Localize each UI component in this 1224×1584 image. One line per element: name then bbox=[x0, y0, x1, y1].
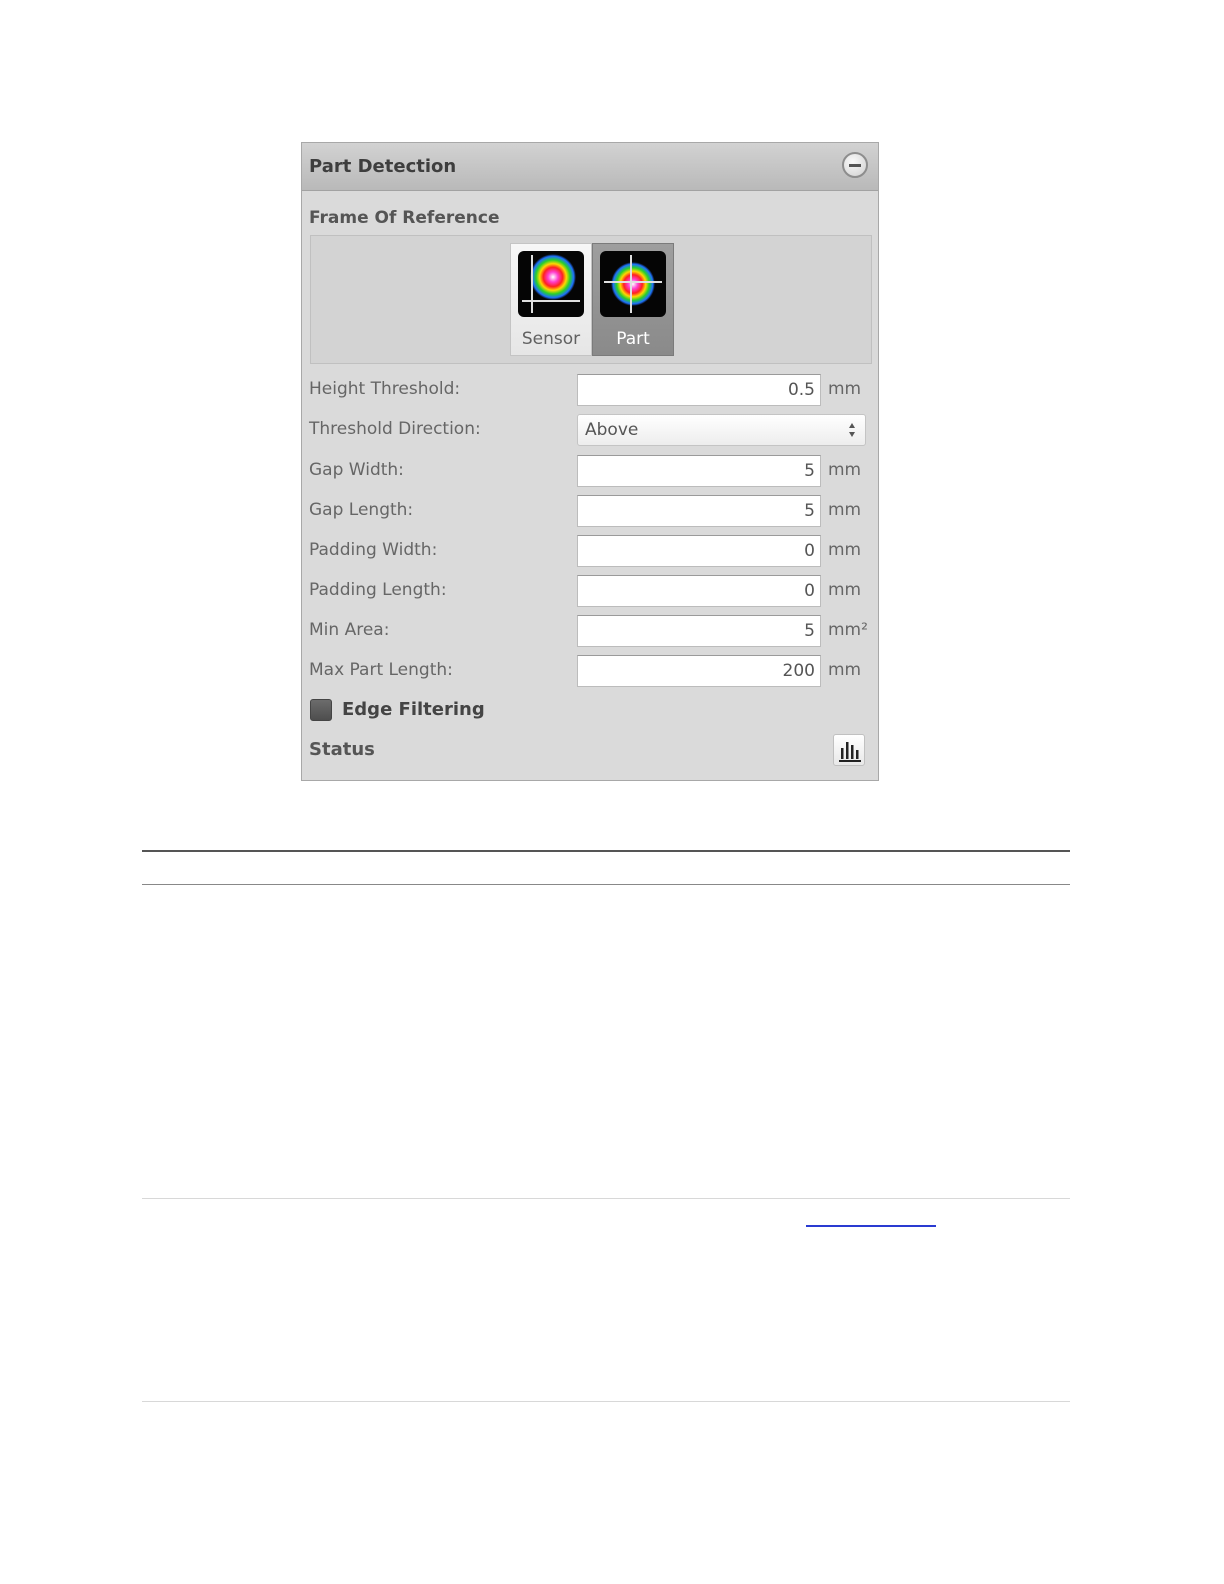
panel-title: Part Detection bbox=[309, 156, 457, 177]
panel-header: Part Detection bbox=[302, 143, 878, 191]
sensor-frame-icon bbox=[518, 251, 584, 317]
gap-width-row: Gap Width: mm bbox=[309, 455, 875, 487]
collapse-icon[interactable] bbox=[842, 152, 868, 178]
threshold-direction-select[interactable]: Above bbox=[577, 414, 866, 446]
padding-length-row: Padding Length: mm bbox=[309, 575, 875, 607]
gap-width-label: Gap Width: bbox=[309, 460, 404, 480]
min-area-input[interactable] bbox=[577, 615, 821, 647]
padding-width-label: Padding Width: bbox=[309, 540, 438, 560]
edge-filtering-label[interactable]: Edge Filtering bbox=[342, 699, 485, 720]
hyperlink-underline[interactable] bbox=[806, 1225, 936, 1227]
frame-option-part-label: Part bbox=[616, 329, 650, 349]
edge-filtering-row: Edge Filtering bbox=[309, 698, 609, 726]
padding-length-unit: mm bbox=[828, 580, 862, 600]
height-threshold-row: Height Threshold: mm bbox=[309, 374, 875, 406]
table-bottom-rule bbox=[142, 1401, 1070, 1402]
gap-length-row: Gap Length: mm bbox=[309, 495, 875, 527]
padding-length-label: Padding Length: bbox=[309, 580, 447, 600]
frame-of-reference-group: Sensor Part bbox=[310, 235, 872, 364]
threshold-direction-row: Threshold Direction: Above bbox=[309, 414, 875, 446]
status-chart-button[interactable] bbox=[833, 734, 865, 766]
max-part-length-input[interactable] bbox=[577, 655, 821, 687]
frame-option-sensor[interactable]: Sensor bbox=[510, 243, 592, 356]
max-part-length-unit: mm bbox=[828, 660, 862, 680]
status-label: Status bbox=[309, 739, 375, 760]
height-threshold-unit: mm bbox=[828, 379, 862, 399]
gap-length-input[interactable] bbox=[577, 495, 821, 527]
edge-filtering-checkbox[interactable] bbox=[310, 699, 332, 721]
part-frame-icon bbox=[600, 251, 666, 317]
frame-option-sensor-label: Sensor bbox=[521, 329, 581, 349]
gap-width-unit: mm bbox=[828, 460, 862, 480]
threshold-direction-value: Above bbox=[585, 420, 639, 440]
threshold-direction-label: Threshold Direction: bbox=[309, 419, 481, 439]
gap-length-unit: mm bbox=[828, 500, 862, 520]
padding-width-unit: mm bbox=[828, 540, 862, 560]
min-area-label: Min Area: bbox=[309, 620, 390, 640]
min-area-unit: mm² bbox=[828, 620, 868, 640]
height-threshold-label: Height Threshold: bbox=[309, 379, 461, 399]
max-part-length-row: Max Part Length: mm bbox=[309, 655, 875, 687]
table-top-rule bbox=[142, 850, 1070, 852]
height-threshold-input[interactable] bbox=[577, 374, 821, 406]
gap-width-input[interactable] bbox=[577, 455, 821, 487]
padding-length-input[interactable] bbox=[577, 575, 821, 607]
padding-width-input[interactable] bbox=[577, 535, 821, 567]
select-arrows-icon bbox=[849, 423, 855, 437]
frame-of-reference-label: Frame Of Reference bbox=[309, 208, 500, 228]
padding-width-row: Padding Width: mm bbox=[309, 535, 875, 567]
table-header-rule bbox=[142, 884, 1070, 885]
bar-chart-icon bbox=[839, 742, 861, 762]
max-part-length-label: Max Part Length: bbox=[309, 660, 453, 680]
min-area-row: Min Area: mm² bbox=[309, 615, 875, 647]
frame-option-part[interactable]: Part bbox=[592, 243, 674, 356]
table-row-rule bbox=[142, 1198, 1070, 1199]
gap-length-label: Gap Length: bbox=[309, 500, 414, 520]
part-detection-panel: Part Detection Frame Of Reference Sensor… bbox=[301, 142, 879, 781]
